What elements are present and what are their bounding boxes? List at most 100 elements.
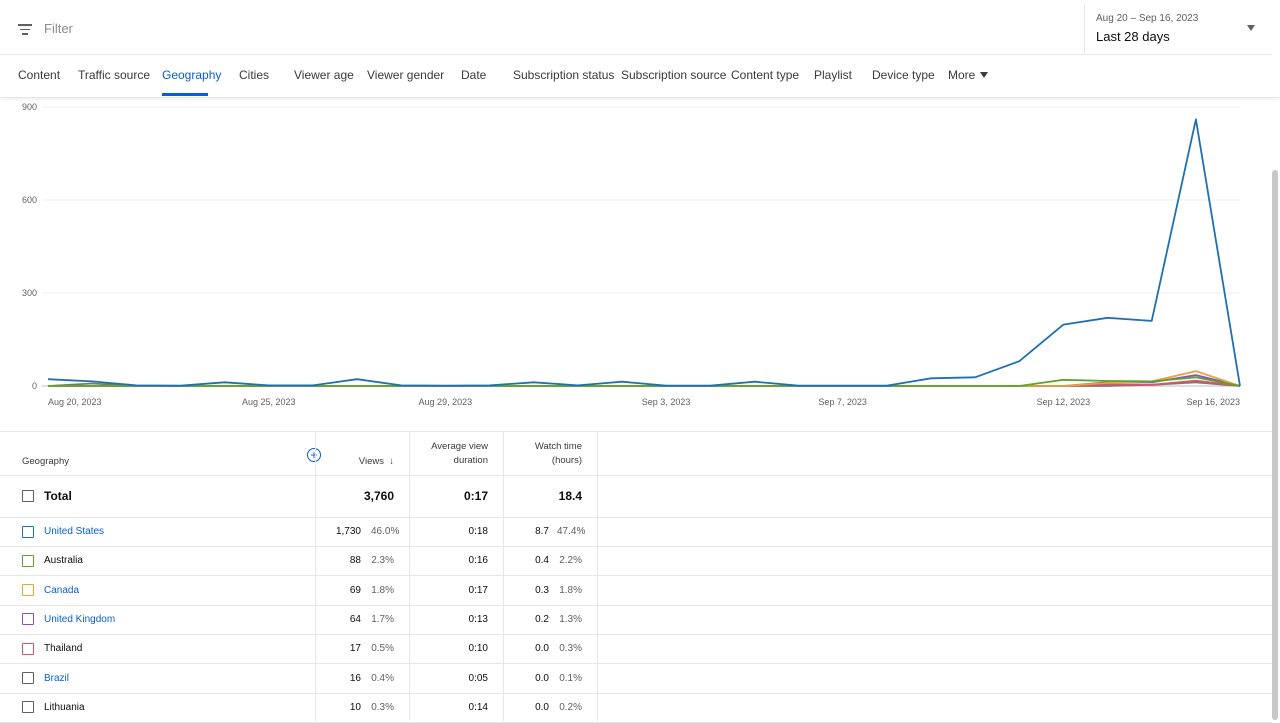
country-name[interactable]: Brazil xyxy=(44,664,69,693)
country-name: Australia xyxy=(44,555,83,567)
table-row: United Kingdom 64 1.7% 0:13 0.2 1.3% xyxy=(0,605,1272,635)
row-checkbox[interactable] xyxy=(22,701,34,714)
dropdown-caret-icon[interactable] xyxy=(1247,25,1255,31)
views-value: 10 xyxy=(349,701,361,713)
avg-duration-value: 0:17 xyxy=(468,584,488,596)
watch-time-percent: 47.4% xyxy=(557,526,586,537)
table-row-total: Total 3,760 0:17 18.4 xyxy=(0,475,1272,518)
filter-bar: Filter Aug 20 – Sep 16, 2023 Last 28 day… xyxy=(0,4,1272,55)
y-tick-label: 900 xyxy=(22,102,37,112)
avg-view-duration-header[interactable]: Average view duration xyxy=(431,440,488,468)
tab-subscription-source[interactable]: Subscription source xyxy=(621,68,726,82)
watch-time-percent: 0.1% xyxy=(559,672,582,684)
active-tab-indicator xyxy=(162,93,208,96)
table-row: Lithuania 10 0.3% 0:14 0.0 0.2% xyxy=(0,693,1272,723)
tab-cities[interactable]: Cities xyxy=(239,68,269,82)
views-percent: 1.7% xyxy=(371,613,394,625)
watch-time-value: 0.3 xyxy=(535,584,549,596)
table-row: Brazil 16 0.4% 0:05 0.0 0.1% xyxy=(0,664,1272,694)
x-tick-label: Sep 12, 2023 xyxy=(1037,397,1091,407)
tab-traffic-source[interactable]: Traffic source xyxy=(78,68,150,82)
table-row: Thailand 17 0.5% 0:10 0.0 0.3% xyxy=(0,634,1272,665)
tab-device-type[interactable]: Device type xyxy=(872,68,935,82)
x-tick-label: Sep 16, 2023 xyxy=(1186,397,1240,407)
views-value: 17 xyxy=(349,643,361,655)
views-percent: 46.0% xyxy=(371,526,400,537)
tab-content-type[interactable]: Content type xyxy=(731,68,799,82)
date-range-picker[interactable]: Aug 20 – Sep 16, 2023 Last 28 days xyxy=(1084,4,1273,54)
avg-duration-value: 0:14 xyxy=(468,701,488,713)
views-percent: 0.5% xyxy=(371,643,394,655)
country-name[interactable]: United States xyxy=(44,517,104,546)
series-line-united-states xyxy=(47,118,1241,387)
views-percent: 2.3% xyxy=(371,555,394,567)
row-checkbox[interactable] xyxy=(22,613,34,626)
views-percent: 0.3% xyxy=(371,701,394,713)
watch-time-percent: 0.2% xyxy=(559,701,582,713)
views-percent: 0.4% xyxy=(371,672,394,684)
filter-input[interactable]: Filter xyxy=(44,21,73,36)
tab-geography[interactable]: Geography xyxy=(162,68,221,82)
filter-icon[interactable] xyxy=(18,24,32,36)
tab-more[interactable]: More xyxy=(948,68,989,82)
tab-date[interactable]: Date xyxy=(461,68,486,82)
y-tick-label: 300 xyxy=(22,288,37,298)
table-row: Australia 88 2.3% 0:16 0.4 2.2% xyxy=(0,546,1272,577)
row-checkbox[interactable] xyxy=(22,672,34,684)
watch-time-value: 0.0 xyxy=(535,701,549,713)
total-avg-duration: 0:17 xyxy=(463,489,488,503)
country-name[interactable]: United Kingdom xyxy=(44,605,115,634)
row-checkbox[interactable] xyxy=(22,554,34,567)
x-tick-label: Sep 3, 2023 xyxy=(642,397,691,407)
avg-duration-value: 0:18 xyxy=(468,526,488,537)
x-tick-label: Aug 25, 2023 xyxy=(242,397,296,407)
watch-time-header[interactable]: Watch time (hours) xyxy=(535,440,582,468)
total-checkbox[interactable] xyxy=(22,490,34,502)
views-value: 69 xyxy=(349,584,361,596)
scrollbar[interactable] xyxy=(1272,170,1278,720)
y-tick-label: 600 xyxy=(22,195,37,205)
total-label: Total xyxy=(44,489,72,503)
watch-time-percent: 1.3% xyxy=(559,613,582,625)
avg-duration-value: 0:05 xyxy=(468,672,488,684)
views-header[interactable]: Views ↓ xyxy=(359,455,394,469)
views-value: 1,730 xyxy=(335,526,361,537)
watch-time-percent: 2.2% xyxy=(559,555,582,567)
watch-time-value: 8.7 xyxy=(535,526,549,537)
row-checkbox[interactable] xyxy=(22,525,34,538)
total-watch-time: 18.4 xyxy=(558,489,582,503)
x-tick-label: Sep 7, 2023 xyxy=(818,397,867,407)
watch-time-percent: 0.3% xyxy=(559,643,582,655)
tab-content[interactable]: Content xyxy=(18,68,60,82)
tab-viewer-gender[interactable]: Viewer gender xyxy=(367,68,444,82)
tab-subscription-status[interactable]: Subscription status xyxy=(513,68,614,82)
y-tick-label: 0 xyxy=(32,381,37,391)
watch-time-value: 0.2 xyxy=(535,613,549,625)
x-tick-label: Aug 29, 2023 xyxy=(419,397,473,407)
chevron-down-icon xyxy=(980,72,989,78)
date-range-text: Aug 20 – Sep 16, 2023 xyxy=(1096,13,1199,24)
total-views: 3,760 xyxy=(363,489,394,503)
table-header-row: Geography + Views ↓ Average view duration… xyxy=(0,432,1272,476)
country-name: Thailand xyxy=(44,643,83,655)
table-row: Canada 69 1.8% 0:17 0.3 1.8% xyxy=(0,576,1272,606)
watch-time-percent: 1.8% xyxy=(559,584,582,596)
views-percent: 1.8% xyxy=(371,584,394,596)
row-checkbox[interactable] xyxy=(22,642,34,655)
country-name: Lithuania xyxy=(44,701,85,713)
row-checkbox[interactable] xyxy=(22,584,34,597)
tab-viewer-age[interactable]: Viewer age xyxy=(294,68,354,82)
views-value: 88 xyxy=(349,555,361,567)
geography-table: Geography + Views ↓ Average view duration… xyxy=(0,431,1272,723)
table-row: United States 1,730 46.0% 0:18 8.7 47.4% xyxy=(0,517,1272,547)
geography-header: Geography xyxy=(22,455,70,467)
report-tabs: More Content Traffic source Geography Citie… xyxy=(0,55,1280,98)
country-name[interactable]: Canada xyxy=(44,576,79,605)
avg-duration-value: 0:16 xyxy=(468,555,488,567)
avg-duration-value: 0:13 xyxy=(468,613,488,625)
avg-duration-value: 0:10 xyxy=(468,643,488,655)
tab-playlist[interactable]: Playlist xyxy=(814,68,852,82)
watch-time-value: 0.0 xyxy=(535,672,549,684)
views-value: 64 xyxy=(349,613,361,625)
views-line-chart: 0 300 600 900 Aug 20, 2023 Aug 25, 2023 Aug 29… xyxy=(22,102,1241,407)
